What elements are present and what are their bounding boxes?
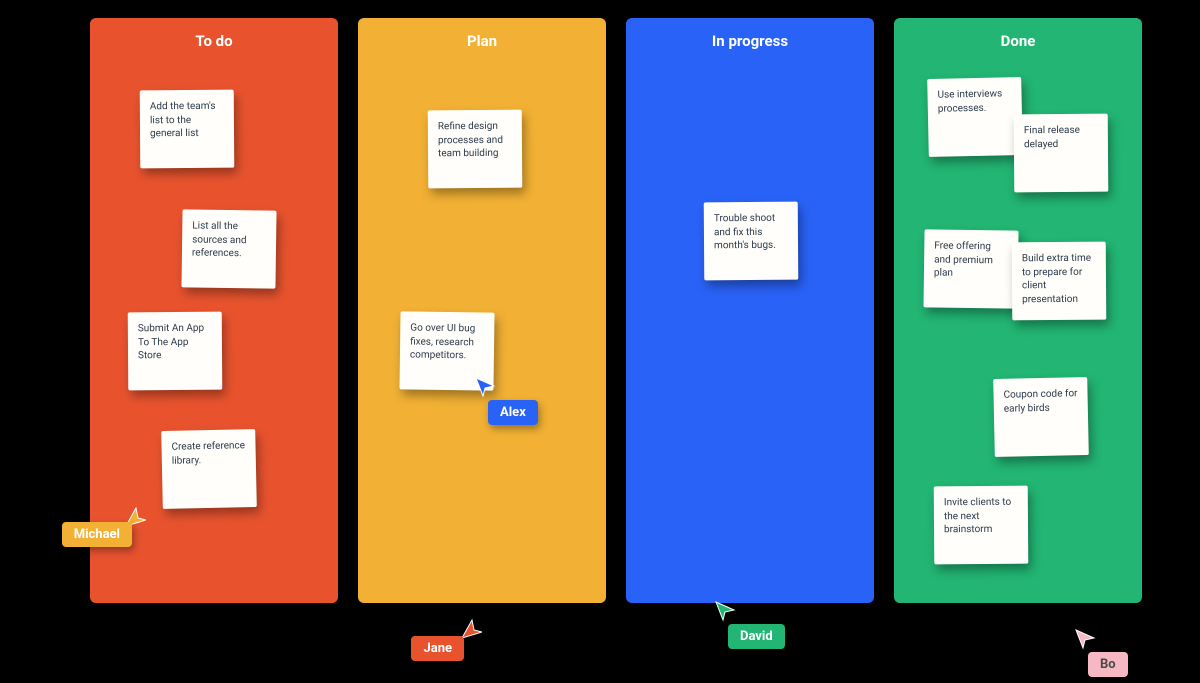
collaborator-label: David	[728, 624, 785, 649]
sticky-card[interactable]: Trouble shoot and fix this month's bugs.	[704, 202, 799, 281]
sticky-text: Submit An App To The App Store	[138, 323, 204, 361]
sticky-card[interactable]: Use interviews processes.	[927, 77, 1023, 157]
sticky-text: Use interviews processes.	[937, 88, 1002, 114]
sticky-text: Trouble shoot and fix this month's bugs.	[714, 213, 776, 251]
sticky-card[interactable]: List all the sources and references.	[181, 209, 276, 288]
sticky-card[interactable]: Add the team's list to the general list	[140, 90, 235, 169]
sticky-card[interactable]: Final release delayed	[1014, 114, 1109, 193]
sticky-text: Create reference library.	[171, 440, 245, 466]
sticky-text: Final release delayed	[1024, 125, 1080, 150]
sticky-text: Free offering and premium plan	[934, 240, 993, 278]
column-title: In progress	[626, 18, 874, 50]
kanban-board[interactable]: To do Add the team's list to the general…	[0, 0, 1200, 683]
cursor-pointer-icon	[460, 618, 482, 640]
sticky-card[interactable]: Coupon code for early birds	[993, 377, 1089, 457]
sticky-text: Go over UI bug fixes, research competito…	[410, 322, 476, 361]
collaborator-label: Jane	[411, 636, 464, 661]
collaborator-label: Bo	[1088, 652, 1128, 677]
collaborator-cursor-bo: Bo	[1074, 628, 1128, 677]
column-title: To do	[90, 18, 338, 50]
sticky-text: Build extra time to prepare for client p…	[1022, 253, 1091, 305]
column-in-progress[interactable]: In progress Trouble shoot and fix this m…	[626, 18, 874, 603]
sticky-text: List all the sources and references.	[192, 220, 247, 259]
sticky-card[interactable]: Build extra time to prepare for client p…	[1012, 242, 1107, 321]
column-done[interactable]: Done Use interviews processes. Final rel…	[894, 18, 1142, 603]
cursor-pointer-icon	[1074, 628, 1128, 650]
collaborator-cursor-david: David	[714, 600, 785, 649]
column-todo[interactable]: To do Add the team's list to the general…	[90, 18, 338, 603]
sticky-card[interactable]: Create reference library.	[161, 429, 257, 509]
sticky-text: Coupon code for early birds	[1003, 388, 1077, 414]
sticky-text: Refine design processes and team buildin…	[438, 121, 503, 159]
column-title: Done	[894, 18, 1142, 50]
sticky-card[interactable]: Go over UI bug fixes, research competito…	[399, 311, 494, 390]
column-plan[interactable]: Plan Refine design processes and team bu…	[358, 18, 606, 603]
sticky-card[interactable]: Refine design processes and team buildin…	[428, 110, 523, 189]
sticky-card[interactable]: Invite clients to the next brainstorm	[934, 486, 1029, 565]
sticky-card[interactable]: Submit An App To The App Store	[128, 312, 223, 391]
cursor-pointer-icon	[714, 600, 785, 622]
collaborator-cursor-jane: Jane	[460, 618, 482, 640]
sticky-card[interactable]: Free offering and premium plan	[923, 229, 1018, 308]
sticky-text: Invite clients to the next brainstorm	[944, 497, 1011, 535]
column-title: Plan	[358, 18, 606, 50]
sticky-text: Add the team's list to the general list	[150, 101, 216, 139]
